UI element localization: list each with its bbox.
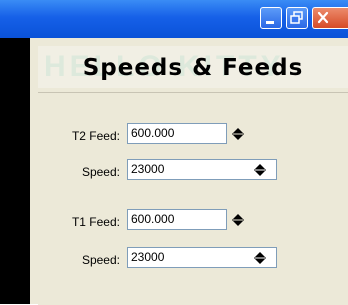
window-title-bar[interactable]: [0, 0, 348, 38]
spinner-arrows-icon: [254, 252, 266, 264]
close-button[interactable]: [312, 7, 348, 29]
restore-icon: [290, 11, 303, 24]
close-icon: [317, 11, 329, 24]
spinner-arrows-icon: [232, 128, 244, 140]
spinner-arrows-icon: [254, 164, 266, 176]
t1-feed-label: T1 Feed:: [71, 215, 120, 229]
t2-speed-label: Speed:: [81, 165, 120, 179]
restore-button[interactable]: [286, 7, 308, 29]
t1-feed-spinner[interactable]: [231, 213, 245, 227]
t1-speed-label: Speed:: [81, 253, 120, 267]
minimize-icon: [266, 21, 274, 24]
left-border: [0, 0, 30, 304]
t2-speed-spinner[interactable]: [253, 163, 267, 177]
t1-feed-input[interactable]: 600.000: [127, 209, 227, 230]
t2-feed-spinner[interactable]: [231, 127, 245, 141]
t1-speed-spinner[interactable]: [253, 251, 267, 265]
t2-feed-label: T2 Feed:: [71, 129, 120, 143]
panel-banner: HELLO KITTY Speeds & Feeds: [38, 46, 348, 88]
minimize-button[interactable]: [260, 7, 282, 29]
spinner-arrows-icon: [232, 214, 244, 226]
panel-title: Speeds & Feeds: [82, 55, 304, 81]
settings-panel: T2 Feed: 600.000 Speed: 23000 T1 Feed: 6…: [38, 92, 348, 305]
t2-feed-input[interactable]: 600.000: [127, 123, 227, 144]
